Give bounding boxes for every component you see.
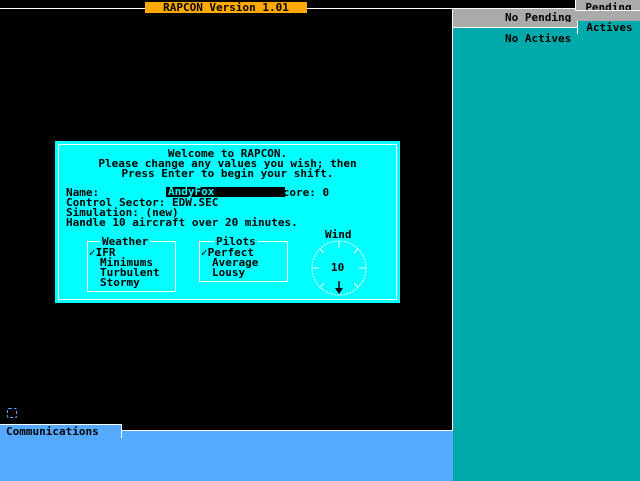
- check-icon: ✓: [201, 246, 208, 259]
- name-input[interactable]: AndyFox: [166, 186, 285, 197]
- actives-tab[interactable]: Actives: [577, 21, 640, 34]
- pending-text: No Pending: [505, 12, 572, 22]
- instruction-line-2: Press Enter to begin your shift.: [121, 167, 334, 180]
- pilots-option-lousy[interactable]: Lousy: [212, 267, 245, 278]
- actives-panel[interactable]: [453, 27, 640, 481]
- weather-option-stormy[interactable]: Stormy: [100, 277, 140, 288]
- handle-info: Handle 10 aircraft over 20 minutes.: [66, 216, 298, 229]
- welcome-dialog: Welcome to RAPCON. Please change any val…: [55, 141, 400, 303]
- pending-tab[interactable]: Pending: [575, 0, 640, 11]
- wind-value: 10: [331, 261, 345, 274]
- check-icon: ✓: [89, 246, 96, 259]
- actives-text: No Actives: [505, 33, 572, 43]
- wind-arrow-icon: [335, 281, 343, 294]
- app-title: RAPCON Version 1.01: [145, 2, 307, 13]
- cursor-icon: [7, 408, 17, 418]
- communications-tab[interactable]: Communications: [0, 424, 122, 438]
